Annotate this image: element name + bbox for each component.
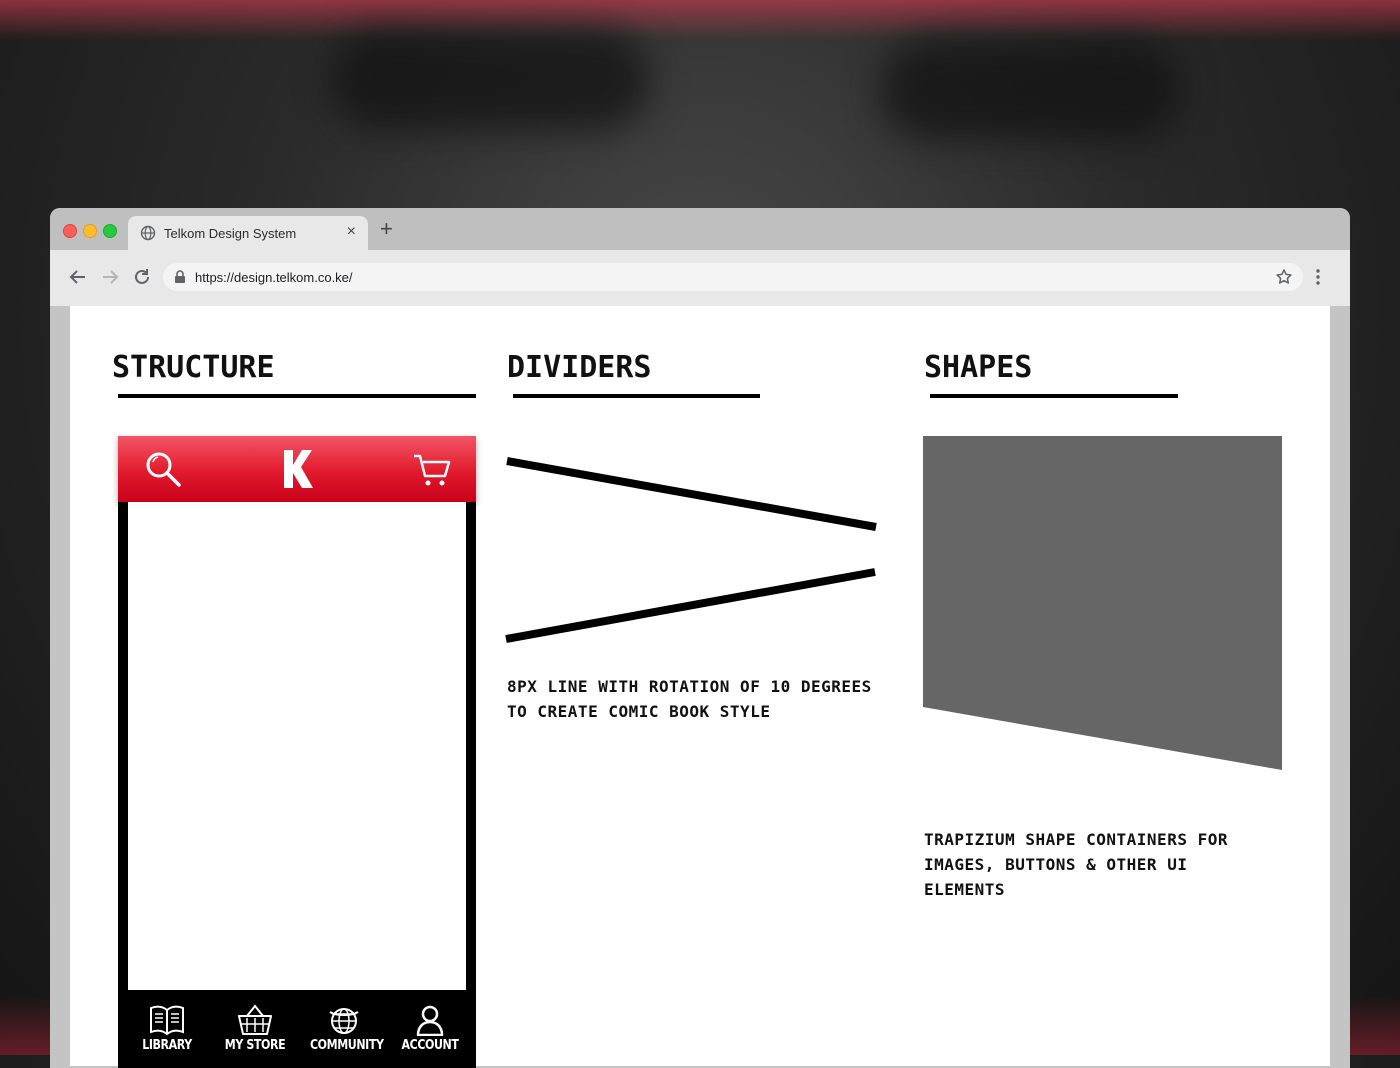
nav-community[interactable]: COMMUNITY [304,1004,384,1064]
dividers-caption-line: TO CREATE COMIC BOOK STYLE [507,702,771,721]
tab-bar: Telkom Design System × + [50,208,1350,250]
lock-icon [175,270,185,283]
globe-icon [329,1008,359,1034]
structure-heading: STRUCTURE [112,350,275,385]
forward-icon[interactable] [99,266,121,288]
background-blur [880,40,1180,140]
nav-label: ACCOUNT [401,1038,459,1053]
reload-icon[interactable] [131,266,153,288]
dividers-caption-line: 8PX LINE WITH ROTATION OF 10 DEGREES [507,677,872,696]
nav-label: LIBRARY [142,1038,192,1053]
cart-icon[interactable] [412,452,452,488]
nav-library[interactable]: LIBRARY [127,1004,207,1064]
dividers-heading: DIVIDERS [507,350,652,385]
trapezium-shape [923,436,1282,770]
shapes-caption-line: TRAPIZIUM SHAPE CONTAINERS FOR [924,830,1228,849]
divider-line-descending [506,457,877,531]
dividers-underline [513,394,760,398]
nav-label: MY STORE [224,1038,286,1053]
shapes-caption: TRAPIZIUM SHAPE CONTAINERS FOR IMAGES, B… [924,827,1228,902]
bookmark-star-icon[interactable] [1275,268,1293,286]
dividers-caption: 8PX LINE WITH ROTATION OF 10 DEGREES TO … [507,674,872,724]
phone-header [118,436,476,502]
structure-underline [118,394,476,398]
globe-icon [140,225,156,241]
phone-screen [128,502,466,990]
background-glow-top [0,0,1400,40]
k-logo [284,450,313,488]
browser-toolbar: https://design.telkom.co.ke/ [50,250,1350,306]
browser-window: Telkom Design System × + https://design.… [50,208,1350,1068]
phone-mockup: LIBRARY MY STORE COMMUNITY ACCOUNT [118,436,476,1068]
basket-icon [238,1004,272,1035]
tab-title: Telkom Design System [164,226,297,241]
close-window-button[interactable] [63,224,77,238]
more-menu-icon[interactable] [1312,265,1324,289]
address-bar[interactable]: https://design.telkom.co.ke/ [163,263,1303,291]
shapes-caption-line: IMAGES, BUTTONS & OTHER UI [924,855,1188,874]
divider-line-ascending [505,568,876,643]
shapes-underline [930,394,1178,398]
book-icon [150,1005,184,1036]
nav-my-store[interactable]: MY STORE [215,1004,295,1064]
shapes-heading: SHAPES [924,350,1033,385]
close-tab-icon[interactable]: × [347,223,356,241]
nav-label: COMMUNITY [310,1038,384,1053]
divider-lines [505,457,877,643]
user-icon [416,1005,444,1036]
back-icon[interactable] [67,266,89,288]
minimize-window-button[interactable] [83,224,97,238]
page-content: STRUCTURE LIBRARY MY STORE COMMUNITY ACC… [70,306,1330,1068]
url-text: https://design.telkom.co.ke/ [195,270,353,285]
nav-account[interactable]: ACCOUNT [390,1004,470,1064]
browser-tab[interactable]: Telkom Design System × [128,216,368,250]
search-icon[interactable] [144,450,182,488]
new-tab-button[interactable]: + [380,218,393,240]
shapes-caption-line: ELEMENTS [924,880,1006,899]
background-blur [330,30,650,130]
maximize-window-button[interactable] [103,224,117,238]
